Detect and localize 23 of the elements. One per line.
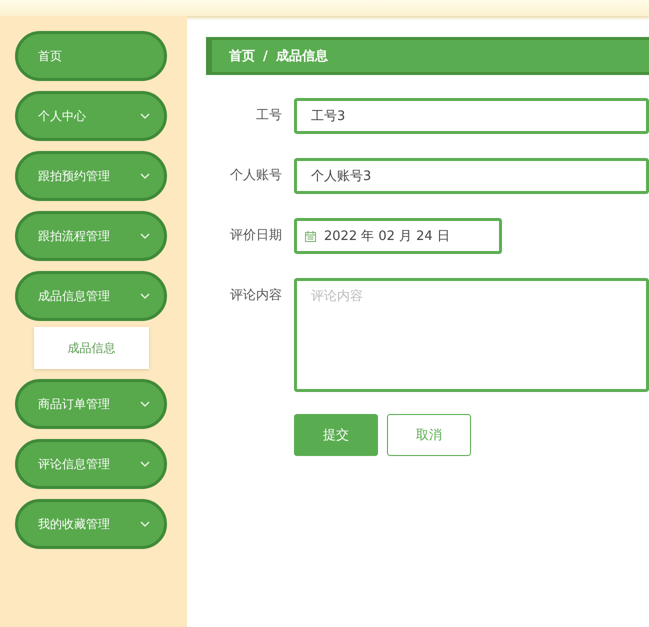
text-input-field[interactable]: 工号3 bbox=[294, 98, 649, 134]
cancel-button[interactable]: 取消 bbox=[387, 414, 471, 456]
date-input-field[interactable]: 2022 年 02 月 24 日 bbox=[294, 218, 502, 254]
field-label: 个人账号 bbox=[229, 167, 282, 185]
submenu-item[interactable]: 成品信息 bbox=[34, 327, 149, 369]
comment-textarea[interactable]: 评论内容 bbox=[294, 278, 649, 392]
submit-button[interactable]: 提交 bbox=[294, 414, 378, 456]
sidebar-menu-item[interactable]: 评论信息管理 bbox=[15, 439, 167, 489]
sidebar-menu-item[interactable]: 首页 bbox=[15, 31, 167, 81]
sidebar-menu-item[interactable]: 我的收藏管理 bbox=[15, 499, 167, 549]
text-input-field[interactable]: 个人账号3 bbox=[294, 158, 649, 194]
sidebar-menu-item[interactable]: 商品订单管理 bbox=[15, 379, 167, 429]
sidebar-menu-item[interactable]: 跟拍流程管理 bbox=[15, 211, 167, 261]
breadcrumb-item[interactable]: 成品信息 bbox=[276, 47, 328, 65]
breadcrumb-item[interactable]: 首页 bbox=[229, 47, 255, 65]
field-label: 评价日期 bbox=[229, 227, 282, 245]
field-label: 工号 bbox=[255, 107, 282, 125]
calendar-icon bbox=[305, 230, 316, 242]
field-label: 评论内容 bbox=[229, 287, 282, 305]
sidebar-menu-item[interactable]: 跟拍预约管理 bbox=[15, 151, 167, 201]
sidebar-menu-item[interactable]: 个人中心 bbox=[15, 91, 167, 141]
breadcrumb-separator: / bbox=[263, 48, 268, 64]
sidebar-menu-item[interactable]: 成品信息管理 bbox=[15, 271, 167, 321]
